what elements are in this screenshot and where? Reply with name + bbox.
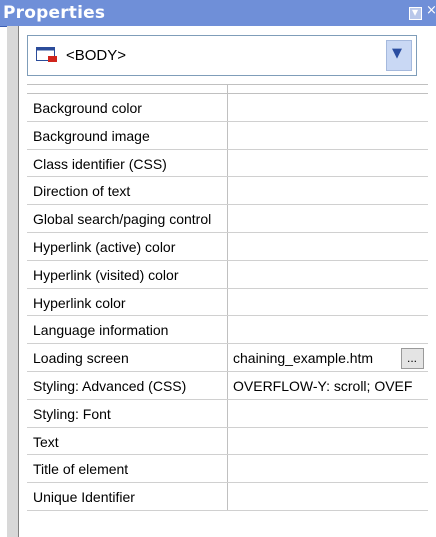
property-row[interactable]: Language information — [27, 316, 428, 345]
property-name-cell: Title of element — [27, 455, 228, 483]
property-name-cell: Language information — [27, 316, 228, 344]
property-row[interactable]: Title of element — [27, 455, 428, 484]
property-row[interactable]: Background image — [27, 121, 428, 150]
property-name-cell: Background image — [27, 121, 228, 149]
property-row[interactable]: Styling: Advanced (CSS) OVERFLOW-Y: scro… — [27, 371, 428, 400]
property-name: Loading screen — [33, 350, 129, 367]
close-button[interactable]: × — [425, 3, 436, 20]
property-name: Title of element — [33, 461, 129, 478]
property-value-cell[interactable] — [228, 483, 428, 510]
close-icon: × — [426, 3, 436, 18]
property-name: Global search/paging control — [33, 211, 212, 228]
property-name: Hyperlink color — [33, 294, 126, 311]
element-selector-value: <BODY> — [66, 47, 127, 64]
dropdown-button[interactable]: ▼ — [386, 40, 412, 71]
property-row[interactable]: Text — [27, 427, 428, 456]
title-bar[interactable]: Properties ▾ × — [0, 0, 436, 27]
property-value-cell[interactable] — [228, 205, 428, 232]
property-value: chaining_example.htm — [233, 350, 374, 367]
property-name-cell: Hyperlink (visited) color — [27, 260, 228, 288]
property-name-cell: Loading screen — [27, 344, 228, 371]
property-value-cell[interactable] — [228, 150, 428, 177]
property-grid-header — [27, 85, 428, 94]
property-value-cell[interactable] — [228, 289, 428, 316]
browse-button[interactable]: ... — [401, 348, 424, 370]
property-name: Language information — [33, 322, 169, 339]
property-name: Background color — [33, 100, 142, 116]
property-row[interactable]: Hyperlink (active) color — [27, 232, 428, 261]
property-name-cell: Global search/paging control — [27, 205, 228, 232]
header-name-column — [27, 85, 228, 93]
property-name: Unique Identifier — [33, 489, 135, 506]
minimize-button[interactable]: ▾ — [409, 5, 422, 20]
panel-title: Properties — [3, 3, 106, 23]
property-name: Direction of text — [33, 183, 131, 200]
property-value-cell[interactable] — [228, 233, 428, 260]
property-row[interactable]: Background color — [27, 94, 428, 122]
property-name-cell: Text — [27, 427, 228, 455]
property-name: Class identifier (CSS) — [33, 155, 167, 172]
property-value-cell[interactable]: chaining_example.htm ... — [228, 344, 428, 371]
property-name: Hyperlink (active) color — [33, 238, 176, 255]
property-name: Styling: Font — [33, 405, 111, 422]
element-icon — [36, 47, 57, 62]
chevron-down-icon: ▼ — [392, 46, 402, 61]
property-value-cell[interactable] — [228, 94, 428, 121]
browse-button-label: ... — [407, 351, 418, 366]
property-name-cell: Styling: Advanced (CSS) — [27, 371, 228, 399]
property-row[interactable]: Styling: Font — [27, 399, 428, 428]
property-value: OVERFLOW-Y: scroll; OVEF — [233, 377, 413, 394]
property-name: Text — [33, 433, 59, 450]
property-value-cell[interactable] — [228, 122, 428, 149]
property-value-cell[interactable] — [228, 261, 428, 288]
property-row[interactable]: Direction of text — [27, 177, 428, 206]
property-name-cell: Hyperlink (active) color — [27, 232, 228, 260]
property-name-cell: Direction of text — [27, 177, 228, 205]
element-selector[interactable]: <BODY> ▼ — [27, 35, 417, 76]
property-name-cell: Hyperlink color — [27, 288, 228, 316]
properties-panel: Properties ▾ × <BODY> ▼ Background color… — [0, 0, 436, 537]
property-name-cell: Styling: Font — [27, 399, 228, 427]
property-name: Styling: Advanced (CSS) — [33, 377, 187, 394]
minimize-icon: ▾ — [412, 5, 419, 19]
property-name: Hyperlink (visited) color — [33, 266, 179, 283]
property-row[interactable]: Loading screen chaining_example.htm ... — [27, 344, 428, 372]
property-value-cell[interactable] — [228, 400, 428, 427]
property-name: Background image — [33, 127, 150, 144]
property-value-cell[interactable] — [228, 316, 428, 343]
property-row[interactable]: Unique Identifier — [27, 483, 428, 511]
property-grid: Background color Background image Class … — [27, 84, 428, 511]
property-value-cell[interactable] — [228, 177, 428, 204]
property-name-cell: Class identifier (CSS) — [27, 149, 228, 177]
property-value-cell[interactable]: OVERFLOW-Y: scroll; OVEF — [228, 372, 428, 399]
property-name-cell: Background color — [27, 94, 228, 121]
property-value-cell[interactable] — [228, 455, 428, 482]
property-row[interactable]: Class identifier (CSS) — [27, 149, 428, 178]
property-row[interactable]: Global search/paging control — [27, 205, 428, 233]
property-row[interactable]: Hyperlink (visited) color — [27, 260, 428, 289]
property-row[interactable]: Hyperlink color — [27, 288, 428, 317]
property-name-cell: Unique Identifier — [27, 483, 228, 510]
property-value-cell[interactable] — [228, 428, 428, 455]
